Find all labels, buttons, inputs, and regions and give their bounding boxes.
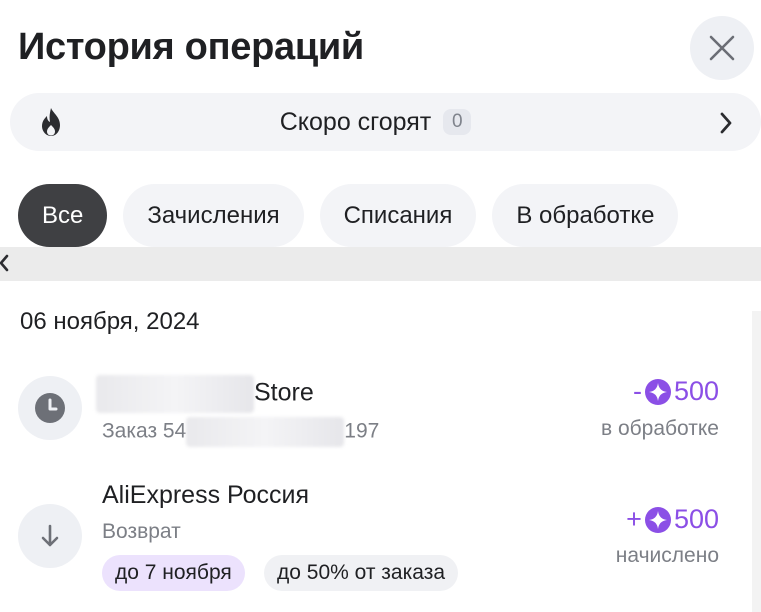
chevron-right-icon xyxy=(720,112,732,134)
operation-title[interactable]: AliExpress Россия xyxy=(102,481,309,510)
arrow-down-icon xyxy=(41,524,59,547)
amount-sign: - xyxy=(632,376,642,406)
tab-credits[interactable]: Зачисления xyxy=(123,184,304,247)
expiring-points-bar[interactable]: Скоро сгорят 0 xyxy=(10,93,761,151)
tabs-scroll-strip xyxy=(0,247,761,281)
tab-all[interactable]: Все xyxy=(18,184,108,247)
operation-status: начислено xyxy=(615,544,719,567)
operation-title-suffix: Store xyxy=(254,378,314,407)
operation-status-icon xyxy=(18,504,82,568)
operation-status: в обработке xyxy=(600,417,719,440)
bonus-points-icon xyxy=(644,378,672,406)
expiring-points-label: Скоро сгорят xyxy=(279,107,432,136)
clock-icon xyxy=(35,393,65,423)
chevron-left-icon[interactable] xyxy=(0,253,10,273)
page-title: История операций xyxy=(18,26,364,68)
scrollbar[interactable] xyxy=(752,311,761,612)
redacted-text xyxy=(186,417,345,447)
date-group-header: 06 ноября, 2024 xyxy=(20,308,200,335)
operation-amount: + 500 xyxy=(626,504,719,535)
operation-title[interactable]: Store xyxy=(96,375,314,413)
amount-value: 500 xyxy=(673,376,719,406)
operation-amount: - 500 xyxy=(633,376,719,407)
expiring-points-count: 0 xyxy=(443,109,472,135)
tab-processing[interactable]: В обработке xyxy=(492,184,679,247)
close-button[interactable] xyxy=(690,16,754,80)
close-icon xyxy=(709,35,735,61)
limit-chip: до 50% от заказа xyxy=(264,555,459,591)
tab-debits[interactable]: Списания xyxy=(319,184,477,247)
redacted-text xyxy=(96,375,254,413)
expiry-chip: до 7 ноября xyxy=(102,555,245,591)
bonus-points-icon xyxy=(644,506,672,534)
amount-sign: + xyxy=(626,504,642,534)
amount-value: 500 xyxy=(673,504,719,534)
operation-order-number: Заказ 54 197 xyxy=(102,417,379,447)
operation-type: Возврат xyxy=(102,520,181,543)
operations-list: 06 ноября, 2024 Store Заказ 54 197 - 500 … xyxy=(0,281,761,612)
order-number-prefix: Заказ 54 xyxy=(102,419,187,443)
operation-status-icon xyxy=(18,376,82,440)
order-number-suffix: 197 xyxy=(344,419,380,443)
filter-tabs: Все Зачисления Списания В обработке xyxy=(18,184,679,247)
